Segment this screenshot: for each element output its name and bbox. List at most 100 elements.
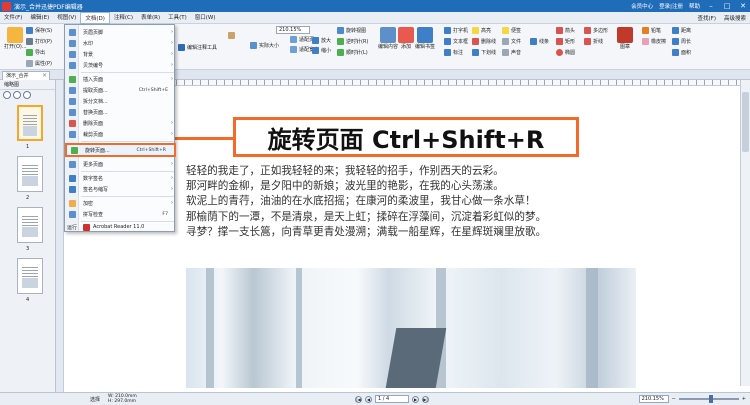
- hand-tool-button[interactable]: [228, 32, 235, 39]
- actual-size-button[interactable]: 实际大小: [250, 42, 279, 49]
- line-tool-button[interactable]: 线条: [530, 38, 549, 45]
- open-button[interactable]: 打开(O)...: [4, 27, 27, 50]
- document-tab[interactable]: 演示_合并 ×: [2, 71, 50, 80]
- menu-item-extract-pages[interactable]: 提取页面... Ctrl+Shift+E: [65, 85, 176, 96]
- close-icon[interactable]: ✕: [738, 1, 748, 11]
- rectangle-tool-button[interactable]: 矩形: [556, 38, 575, 45]
- stamp-button[interactable]: 图章: [617, 27, 633, 50]
- zoom-in-button[interactable]: 放大: [312, 37, 331, 44]
- zoom-in-status-icon[interactable]: +: [742, 396, 746, 402]
- page-thumbnail-3[interactable]: [17, 207, 43, 243]
- arrow-tool-button[interactable]: 箭头: [556, 27, 575, 34]
- menu-window[interactable]: 窗口(W): [191, 12, 220, 24]
- panel-splitter[interactable]: [56, 80, 64, 392]
- area-tool-button[interactable]: 面积: [672, 49, 691, 56]
- find-button[interactable]: 查找(F): [698, 14, 716, 22]
- menu-item-crop-pages[interactable]: 裁剪页面 ›: [65, 129, 176, 140]
- attach-file-button[interactable]: 文件: [502, 38, 521, 45]
- sound-button[interactable]: 声音: [502, 49, 521, 56]
- zoom-select[interactable]: 210.15%: [276, 26, 310, 34]
- edit-annotation-tool-button[interactable]: 编辑注释工具: [178, 44, 217, 51]
- vertical-scrollbar[interactable]: [740, 80, 750, 386]
- highlight-button[interactable]: 高亮: [472, 27, 491, 34]
- options-thumb-icon[interactable]: [23, 91, 31, 99]
- menu-item-digital-signature[interactable]: 数字签名 ›: [65, 173, 176, 184]
- properties-button[interactable]: 属性(P): [26, 60, 52, 67]
- zoom-out-thumb-icon[interactable]: [3, 91, 11, 99]
- close-tab-icon[interactable]: ×: [42, 72, 47, 80]
- menu-item-sign-initials[interactable]: 签名与缩写 ›: [65, 184, 176, 195]
- eraser-tool-button[interactable]: 橡皮擦: [642, 38, 666, 45]
- maximize-icon[interactable]: □: [722, 1, 732, 11]
- rotate-right-button[interactable]: 顺时针(L): [337, 49, 368, 56]
- page-thumbnail-2[interactable]: [17, 156, 43, 192]
- zoom-in-thumb-icon[interactable]: [13, 91, 21, 99]
- menu-file[interactable]: 文件(F): [0, 12, 26, 24]
- zoom-slider-knob[interactable]: [708, 395, 713, 403]
- oval-tool-button[interactable]: 椭圆: [556, 49, 575, 56]
- next-page-icon[interactable]: ▶: [412, 395, 419, 403]
- print-button[interactable]: 打印(P): [26, 38, 52, 45]
- rotate-left-button[interactable]: 逆时针(R): [337, 38, 368, 45]
- help-link[interactable]: 帮助: [689, 2, 700, 10]
- ruler-icon: [672, 27, 679, 34]
- page-thumbnail-1[interactable]: [17, 105, 43, 141]
- rotate-view-button[interactable]: 旋转视图: [337, 27, 366, 34]
- menu-item-encrypt[interactable]: 加密 ›: [65, 198, 176, 209]
- menu-item-more-pages[interactable]: 更多页面 ›: [65, 159, 176, 170]
- menu-document[interactable]: 文档(D): [80, 11, 110, 24]
- monitor-in-photo: [385, 328, 447, 388]
- add-button[interactable]: 添加: [398, 27, 414, 50]
- scrollbar-thumb[interactable]: [742, 92, 749, 152]
- zoom-in-icon: [312, 37, 319, 44]
- status-bar: 选择 W: 210.0mm H: 297.0mm |◀ ◀ 1 / 4 ▶ ▶|…: [0, 392, 750, 405]
- pencil-tool-button[interactable]: 铅笔: [642, 27, 661, 34]
- menu-item-split-document[interactable]: 拆分文档...: [65, 96, 176, 107]
- zoom-slider[interactable]: [678, 395, 739, 403]
- save-button[interactable]: 保存(S): [26, 27, 52, 34]
- prev-page-icon[interactable]: ◀: [365, 395, 372, 403]
- last-page-icon[interactable]: ▶|: [422, 395, 429, 403]
- menu-comment[interactable]: 注释(C): [110, 12, 137, 24]
- polyline-tool-button[interactable]: 折线: [584, 38, 603, 45]
- underline-button[interactable]: 下划线: [472, 49, 496, 56]
- sticky-note-button[interactable]: 便签: [502, 27, 521, 34]
- page-thumbnail-4[interactable]: [17, 258, 43, 294]
- zoom-out-status-icon[interactable]: −: [672, 396, 676, 402]
- advanced-find-button[interactable]: 高级搜索: [724, 14, 746, 22]
- page-number-input[interactable]: 1 / 4: [375, 395, 409, 403]
- menu-edit[interactable]: 编辑(E): [26, 12, 53, 24]
- menu-item-replace-pages[interactable]: 替换页面...: [65, 107, 176, 118]
- perimeter-tool-button[interactable]: 周长: [672, 38, 691, 45]
- user-center-link[interactable]: 会员中心: [631, 2, 653, 10]
- login-link[interactable]: 登录|注册: [659, 2, 683, 10]
- menu-tools[interactable]: 工具(T): [164, 12, 191, 24]
- textbox-button[interactable]: 文本框: [444, 38, 468, 45]
- menu-item-background[interactable]: 背景 ›: [65, 49, 176, 60]
- menu-item-header-footer[interactable]: 页眉页脚 ›: [65, 27, 176, 38]
- status-zoom-select[interactable]: 210.15%: [638, 395, 669, 403]
- menu-item-insert-pages[interactable]: 插入页面 ›: [65, 74, 176, 85]
- minimize-icon[interactable]: –: [706, 1, 716, 11]
- edit-content-button[interactable]: 编辑内容: [378, 27, 398, 50]
- edit-bookmark-button[interactable]: 编辑书签: [415, 27, 435, 50]
- strikeout-button[interactable]: 删除线: [472, 38, 496, 45]
- export-button[interactable]: 导出: [26, 49, 45, 56]
- menu-form[interactable]: 表单(R): [137, 12, 164, 24]
- zoom-out-button[interactable]: 缩小: [312, 47, 331, 54]
- menu-item-bates-numbering[interactable]: 贝茨编号 ›: [65, 60, 176, 71]
- spell-check-icon: [69, 210, 76, 218]
- page-number-label: 4: [26, 297, 30, 303]
- menu-item-rotate-pages[interactable]: 旋转页面... Ctrl+Shift+R: [65, 143, 176, 157]
- first-page-icon[interactable]: |◀: [355, 395, 362, 403]
- menu-item-spell-check[interactable]: 拼写检查 F7: [65, 209, 176, 220]
- menu-view[interactable]: 视图(V): [53, 12, 80, 24]
- select-tool-status[interactable]: 选择: [90, 396, 100, 403]
- menu-item-delete-pages[interactable]: 删除页面 ›: [65, 118, 176, 129]
- distance-tool-button[interactable]: 距离: [672, 27, 691, 34]
- polygon-tool-button[interactable]: 多边形: [584, 27, 608, 34]
- callout-button[interactable]: 标注: [444, 49, 463, 56]
- menu-item-run-acrobat[interactable]: 运行 Acrobat Reader 11.0: [65, 222, 176, 233]
- typewriter-button[interactable]: 打字机: [444, 27, 468, 34]
- menu-item-watermark[interactable]: 水印 ›: [65, 38, 176, 49]
